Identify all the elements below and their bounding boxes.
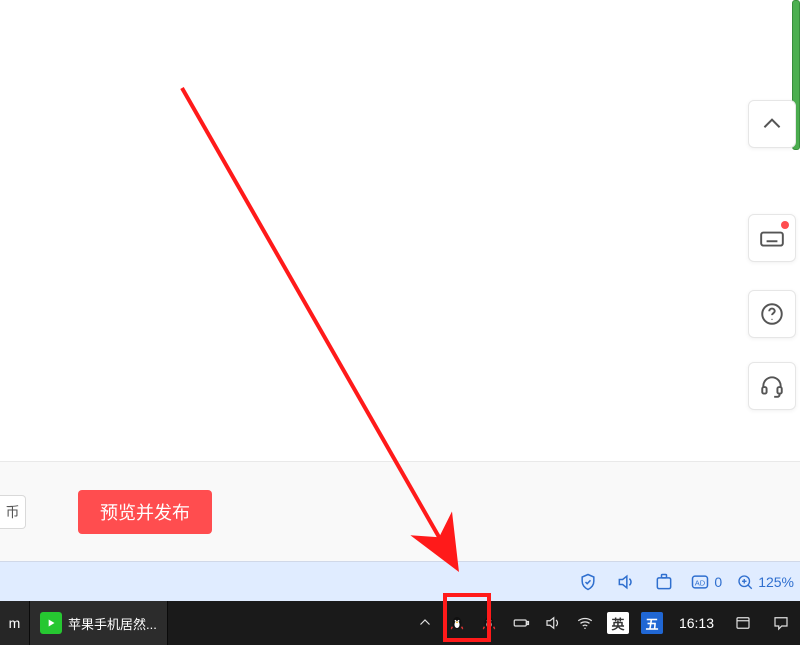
shield-icon[interactable] <box>576 570 600 594</box>
preview-publish-label: 预览并发布 <box>100 499 190 525</box>
tray-overflow-button[interactable] <box>415 613 435 633</box>
task-view-button[interactable] <box>730 610 756 636</box>
support-button[interactable] <box>748 362 796 410</box>
wifi-icon[interactable] <box>575 613 595 633</box>
ime-method-button[interactable]: 五 <box>641 612 663 634</box>
zoom-label: 125% <box>758 574 794 590</box>
zoom-indicator[interactable]: 125% <box>736 573 794 591</box>
chevron-up-icon <box>759 111 785 137</box>
clock-text: 16:13 <box>679 615 714 631</box>
currency-chip-label: 币 <box>6 502 20 522</box>
ime-wu-label: 五 <box>645 614 658 633</box>
qq-icon[interactable] <box>479 613 499 633</box>
volume-icon[interactable] <box>614 570 638 594</box>
taskbar-item-fragment[interactable]: m <box>0 601 30 645</box>
adblock-count: 0 <box>714 574 722 590</box>
keyboard-button[interactable] <box>748 214 796 262</box>
taskbar-item-label: 苹果手机居然... <box>68 614 157 633</box>
ime-ying-label: 英 <box>611 614 624 633</box>
extension-icon[interactable] <box>652 570 676 594</box>
preview-publish-button[interactable]: 预览并发布 <box>78 490 212 534</box>
qq-icon[interactable] <box>447 613 467 633</box>
fragment-text: m <box>9 615 21 631</box>
browser-status-strip: AD 0 125% <box>0 561 800 601</box>
help-icon <box>759 301 785 327</box>
svg-text:AD: AD <box>695 578 706 587</box>
action-center-button[interactable] <box>768 610 794 636</box>
notification-dot <box>781 221 789 229</box>
adblock-counter[interactable]: AD 0 <box>690 572 722 592</box>
headset-icon <box>759 373 785 399</box>
currency-chip[interactable]: 币 <box>0 495 26 529</box>
battery-icon[interactable] <box>511 613 531 633</box>
windows-taskbar: m 苹果手机居然... 英 五 <box>0 601 800 645</box>
ime-lang-button[interactable]: 英 <box>607 612 629 634</box>
taskbar-item-video[interactable]: 苹果手机居然... <box>30 601 168 645</box>
taskbar-clock[interactable]: 16:13 <box>675 615 718 631</box>
help-button[interactable] <box>748 290 796 338</box>
sound-icon[interactable] <box>543 613 563 633</box>
keyboard-icon <box>759 225 785 251</box>
system-tray: 英 五 16:13 <box>415 601 800 645</box>
scroll-top-button[interactable] <box>748 100 796 148</box>
video-app-icon <box>40 612 62 634</box>
editor-canvas <box>0 0 800 461</box>
